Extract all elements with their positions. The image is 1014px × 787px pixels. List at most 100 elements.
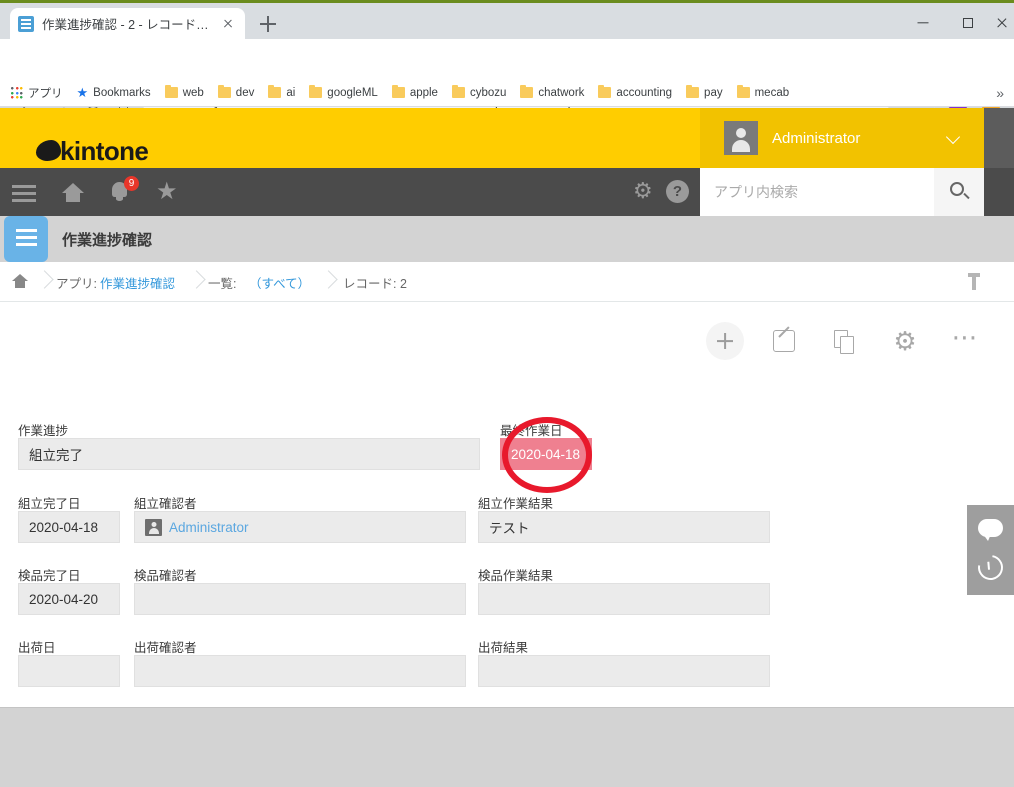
field-text: 組立完了 [29, 444, 83, 464]
field-text: テスト [489, 517, 530, 537]
page-title: 作業進捗確認 [62, 229, 152, 250]
record-settings-button[interactable]: ⚙ [886, 322, 924, 360]
hamburger-menu-icon [12, 185, 36, 188]
field-value-kumitate-kanryobi: 2020-04-18 [18, 511, 120, 543]
field-label-kumitate-kanryobi: 組立完了日 [18, 493, 81, 512]
bookmarks-overflow-button[interactable]: » [996, 85, 1004, 101]
field-label-shukkabi: 出荷日 [18, 637, 56, 656]
field-value-shukkabi [18, 655, 120, 687]
browser-nav-bar: fe54k.cybozu.com/k/1083/show#record=2&l.… [0, 39, 1014, 79]
bookmark-item[interactable]: mecab [737, 87, 790, 99]
pencil-square-icon [773, 330, 795, 352]
record-side-panel [967, 505, 1014, 595]
star-icon: ★ [156, 180, 178, 204]
field-label-shukka-kekka: 出荷結果 [478, 637, 528, 656]
bookmark-item[interactable]: chatwork [520, 87, 584, 99]
bookmark-item[interactable]: googleML [309, 87, 378, 99]
field-label-shukka-kakuninsha: 出荷確認者 [134, 637, 197, 656]
bookmark-label: アプリ [28, 85, 63, 101]
user-menu[interactable]: Administrator [700, 108, 984, 168]
app-title-bar: 作業進捗確認 [0, 216, 1014, 262]
field-value-shukka-kakuninsha [134, 655, 466, 687]
tab-title: 作業進捗確認 - 2 - レコードの詳細 [42, 14, 215, 33]
browser-window: 作業進捗確認 - 2 - レコードの詳細 fe54k.cybozu.com/k/… [0, 0, 1014, 787]
comment-bubble-icon[interactable] [978, 519, 1003, 537]
star-icon: ★ [77, 85, 89, 101]
folder-icon [686, 87, 699, 98]
menu-button[interactable] [0, 168, 48, 216]
search-button[interactable] [934, 168, 984, 216]
app-list-icon [4, 216, 48, 262]
bookmark-label: googleML [327, 87, 378, 99]
bookmark-item[interactable]: web [165, 87, 204, 99]
breadcrumb-item-app[interactable]: 作業進捗確認 [100, 273, 175, 292]
search-icon [950, 182, 964, 196]
app-settings-icon[interactable]: ⚙ [633, 180, 653, 202]
breadcrumb-item-view[interactable]: （すべて） [249, 273, 310, 292]
folder-icon [737, 87, 750, 98]
folder-icon [598, 87, 611, 98]
history-clock-icon[interactable] [973, 550, 1008, 585]
bookmark-label: pay [704, 87, 723, 99]
bookmark-item[interactable]: apple [392, 87, 438, 99]
close-icon[interactable] [219, 15, 237, 33]
minimize-button[interactable] [900, 6, 945, 40]
bookmark-label: cybozu [470, 87, 506, 99]
add-record-button[interactable] [706, 322, 744, 360]
bookmark-label: chatwork [538, 87, 584, 99]
kintone-logo-text: kintone [60, 136, 148, 167]
bookmark-item[interactable]: pay [686, 87, 723, 99]
bookmark-label: ai [286, 87, 295, 99]
bookmark-item[interactable]: ★ Bookmarks [77, 85, 151, 101]
copy-icon [834, 330, 848, 348]
bookmarks-bar: アプリ ★ Bookmarks web dev ai googleML appl… [0, 79, 1014, 107]
breadcrumb: アプリ: 作業進捗確認 一覧: （すべて） レコード: 2 [0, 262, 1014, 302]
bookmark-label: mecab [755, 87, 790, 99]
folder-icon [520, 87, 533, 98]
chevron-down-icon [946, 130, 960, 144]
field-value-kenpin-kakuninsha [134, 583, 466, 615]
bookmark-label: Bookmarks [93, 87, 151, 99]
bookmark-item[interactable]: accounting [598, 87, 672, 99]
field-label-kenpin-kanryobi: 検品完了日 [18, 565, 81, 584]
home-icon [62, 183, 84, 193]
page-footer [0, 707, 1014, 787]
field-value-sagyo-shinchoku: 組立完了 [18, 438, 480, 470]
maximize-button[interactable] [945, 6, 990, 40]
folder-icon [309, 87, 322, 98]
more-options-button[interactable]: ⋯ [946, 322, 984, 360]
bookmark-label: apple [410, 87, 438, 99]
pin-icon[interactable] [967, 273, 981, 291]
search-input[interactable] [700, 168, 934, 216]
field-text[interactable]: Administrator [169, 520, 249, 535]
portal-home-button[interactable] [48, 168, 96, 216]
favorites-button[interactable]: ★ [144, 168, 192, 216]
user-avatar-icon [724, 121, 758, 155]
browser-tab[interactable]: 作業進捗確認 - 2 - レコードの詳細 [10, 8, 245, 39]
notifications-button[interactable]: 9 [96, 168, 144, 216]
field-label-kumitate-kakuninsha: 組立確認者 [134, 493, 197, 512]
breadcrumb-separator [38, 270, 50, 292]
kintone-favicon-icon [18, 16, 34, 32]
user-name: Administrator [772, 130, 860, 147]
breadcrumb-separator [322, 270, 334, 292]
folder-icon [165, 87, 178, 98]
annotation-red-circle [502, 417, 592, 493]
close-window-button[interactable] [990, 6, 1014, 40]
edit-record-button[interactable] [766, 322, 804, 360]
bookmark-item[interactable]: ai [268, 87, 295, 99]
bookmark-label: accounting [616, 87, 672, 99]
bookmark-label: web [183, 87, 204, 99]
field-value-kumitate-kakuninsha: Administrator [134, 511, 466, 543]
field-label-kenpin-sagyokekka: 検品作業結果 [478, 565, 553, 584]
bookmark-label: dev [236, 87, 255, 99]
field-value-shukka-kekka [478, 655, 770, 687]
new-tab-button[interactable] [258, 14, 278, 34]
bookmark-item[interactable]: dev [218, 87, 255, 99]
bookmark-item[interactable]: cybozu [452, 87, 506, 99]
breadcrumb-prefix-app: アプリ: [56, 273, 97, 292]
home-icon[interactable] [12, 274, 28, 281]
bookmark-apps[interactable]: アプリ [10, 85, 63, 101]
duplicate-record-button[interactable] [826, 322, 864, 360]
help-icon[interactable]: ? [666, 180, 689, 203]
